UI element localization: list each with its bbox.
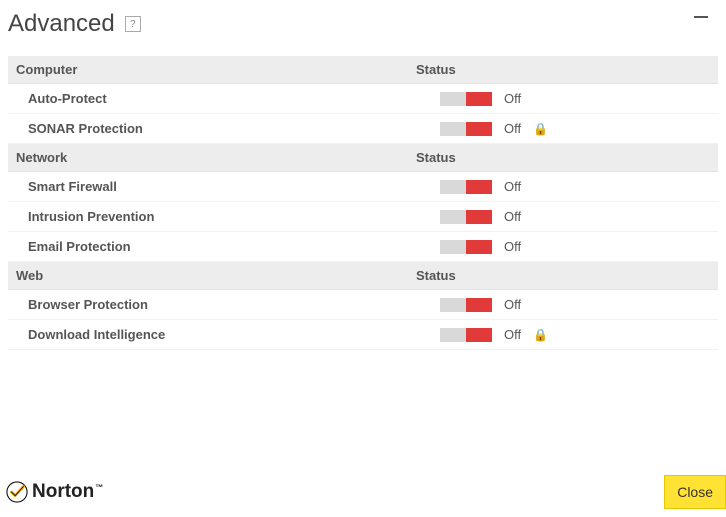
close-button[interactable]: Close (664, 475, 726, 509)
feature-label: Auto-Protect (8, 91, 408, 106)
toggle-download-intelligence[interactable] (440, 328, 492, 342)
feature-label: Browser Protection (8, 297, 408, 312)
row-browser-protection: Browser Protection Off (8, 290, 718, 320)
row-auto-protect: Auto-Protect Off (8, 84, 718, 114)
toggle-auto-protect[interactable] (440, 92, 492, 106)
feature-label: SONAR Protection (8, 121, 408, 136)
brand-text: Norton™ (32, 481, 103, 503)
brand: Norton™ (6, 481, 103, 503)
status-text: Off (504, 297, 521, 312)
section-header-computer: Computer Status (8, 56, 718, 84)
help-button[interactable]: ? (125, 16, 141, 32)
status-text: Off (504, 91, 521, 106)
lock-icon: 🔒 (533, 328, 548, 342)
section-title: Web (8, 268, 408, 283)
toggle-email-protection[interactable] (440, 240, 492, 254)
titlebar-left: Advanced ? (8, 10, 141, 38)
titlebar: Advanced ? (0, 0, 726, 48)
status-text: Off (504, 209, 521, 224)
status-text: Off (504, 239, 521, 254)
help-icon: ? (130, 19, 136, 30)
toggle-smart-firewall[interactable] (440, 180, 492, 194)
feature-label: Smart Firewall (8, 179, 408, 194)
status-text: Off (504, 327, 521, 342)
row-download-intelligence: Download Intelligence Off 🔒 (8, 320, 718, 350)
toggle-browser-protection[interactable] (440, 298, 492, 312)
page-title: Advanced (8, 10, 115, 38)
section-title: Computer (8, 62, 408, 77)
section-header-network: Network Status (8, 144, 718, 172)
minimize-button[interactable] (694, 16, 708, 18)
toggle-sonar-protection[interactable] (440, 122, 492, 136)
section-header-web: Web Status (8, 262, 718, 290)
norton-logo-icon (6, 481, 28, 503)
feature-label: Intrusion Prevention (8, 209, 408, 224)
column-status-label: Status (408, 268, 718, 283)
row-email-protection: Email Protection Off (8, 232, 718, 262)
settings-table: Computer Status Auto-Protect Off SONAR P… (0, 48, 726, 350)
row-smart-firewall: Smart Firewall Off (8, 172, 718, 202)
column-status-label: Status (408, 62, 718, 77)
feature-label: Download Intelligence (8, 327, 408, 342)
row-sonar-protection: SONAR Protection Off 🔒 (8, 114, 718, 144)
lock-icon: 🔒 (533, 122, 548, 136)
window: Advanced ? Computer Status Auto-Protect … (0, 0, 726, 517)
toggle-intrusion-prevention[interactable] (440, 210, 492, 224)
row-intrusion-prevention: Intrusion Prevention Off (8, 202, 718, 232)
column-status-label: Status (408, 150, 718, 165)
feature-label: Email Protection (8, 239, 408, 254)
section-title: Network (8, 150, 408, 165)
footer: Norton™ Close (0, 473, 726, 517)
status-text: Off (504, 121, 521, 136)
status-text: Off (504, 179, 521, 194)
